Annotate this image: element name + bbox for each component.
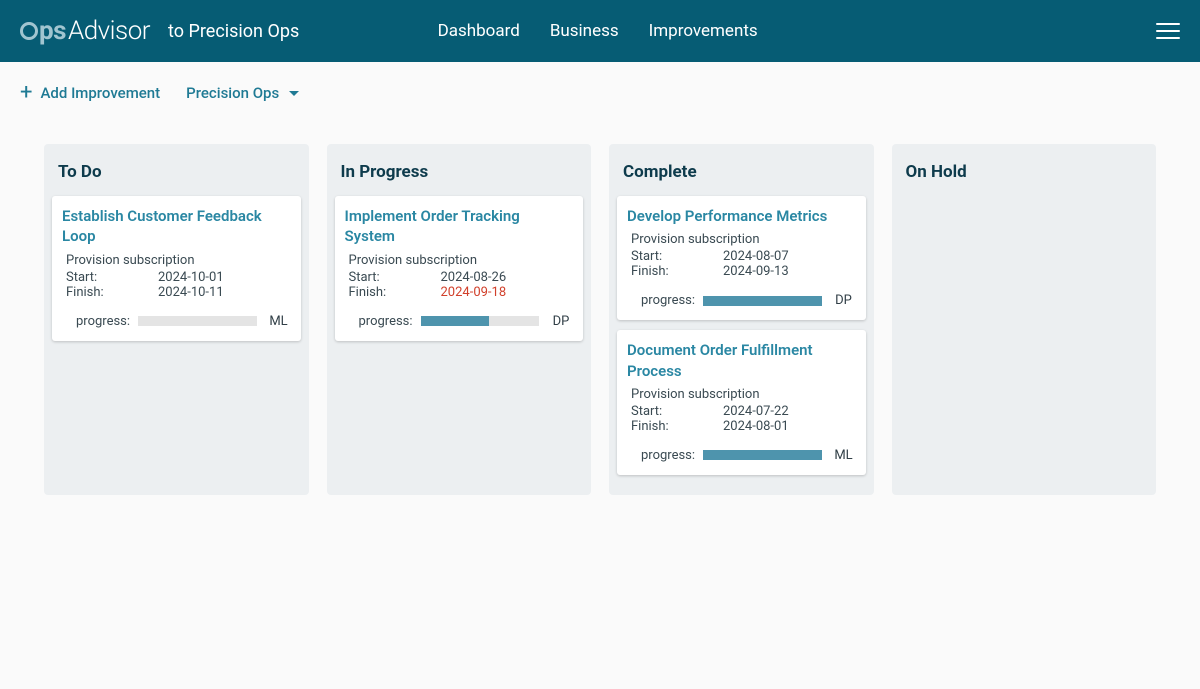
progress-bar (703, 450, 822, 460)
card-subtitle: Provision subscription (627, 387, 856, 402)
nav-improvements[interactable]: Improvements (649, 21, 758, 41)
progress-label: progress: (76, 314, 138, 329)
column-on-hold: On Hold (892, 144, 1157, 495)
start-date: 2024-07-22 (723, 404, 789, 419)
progress-label: progress: (641, 448, 703, 463)
card-title: Implement Order Tracking System (345, 206, 574, 247)
start-date: 2024-08-26 (441, 270, 507, 285)
improvement-card[interactable]: Implement Order Tracking System Provisio… (335, 196, 584, 341)
card-progress: progress: ML (627, 448, 856, 463)
logo-advisor-text: Advisor (68, 16, 150, 46)
plus-icon: + (20, 82, 32, 104)
start-label: Start: (349, 270, 441, 285)
nav-business[interactable]: Business (550, 21, 619, 41)
column-complete: Complete Develop Performance Metrics Pro… (609, 144, 874, 495)
chevron-down-icon (289, 91, 299, 96)
finish-date: 2024-10-11 (158, 285, 224, 300)
card-subtitle: Provision subscription (62, 253, 291, 268)
card-dates: Start:2024-07-22 Finish:2024-08-01 (627, 404, 856, 434)
improvement-card[interactable]: Establish Customer Feedback Loop Provisi… (52, 196, 301, 341)
column-title: On Hold (892, 144, 1157, 196)
progress-fill (703, 450, 822, 460)
card-progress: progress: ML (62, 314, 291, 329)
start-label: Start: (631, 249, 723, 264)
column-in-progress: In Progress Implement Order Tracking Sys… (327, 144, 592, 495)
card-progress: progress: DP (627, 293, 856, 308)
logo[interactable]: ps Advisor (20, 16, 150, 46)
kanban-board: To Do Establish Customer Feedback Loop P… (0, 104, 1200, 535)
progress-bar (138, 316, 257, 326)
add-improvement-button[interactable]: + Add Improvement (20, 82, 160, 104)
start-date: 2024-10-01 (158, 270, 224, 285)
app-header: ps Advisor to Precision Ops Dashboard Bu… (0, 0, 1200, 62)
card-dates: Start:2024-08-26 Finish:2024-09-18 (345, 270, 574, 300)
progress-label: progress: (359, 314, 421, 329)
company-filter-dropdown[interactable]: Precision Ops (186, 84, 299, 102)
column-title: Complete (609, 144, 874, 196)
column-title: To Do (44, 144, 309, 196)
logo-ops-text: ps (39, 16, 66, 46)
finish-date: 2024-09-13 (723, 264, 789, 279)
progress-fill (703, 296, 822, 306)
improvement-card[interactable]: Develop Performance Metrics Provision su… (617, 196, 866, 320)
finish-date: 2024-09-18 (441, 285, 507, 300)
progress-label: progress: (641, 293, 703, 308)
column-title: In Progress (327, 144, 592, 196)
card-title: Develop Performance Metrics (627, 206, 856, 226)
finish-label: Finish: (349, 285, 441, 300)
card-subtitle: Provision subscription (345, 253, 574, 268)
improvement-card[interactable]: Document Order Fulfillment Process Provi… (617, 330, 866, 475)
progress-bar (421, 316, 540, 326)
start-label: Start: (631, 404, 723, 419)
finish-label: Finish: (631, 419, 723, 434)
company-filter-label: Precision Ops (186, 84, 279, 102)
finish-label: Finish: (66, 285, 158, 300)
progress-bar (703, 296, 822, 306)
card-title: Document Order Fulfillment Process (627, 340, 856, 381)
card-subtitle: Provision subscription (627, 232, 856, 247)
card-dates: Start:2024-08-07 Finish:2024-09-13 (627, 249, 856, 279)
assignee-initials: DP (832, 293, 856, 308)
finish-date: 2024-08-01 (723, 419, 789, 434)
assignee-initials: ML (832, 448, 856, 463)
nav-dashboard[interactable]: Dashboard (438, 21, 520, 41)
card-dates: Start:2024-10-01 Finish:2024-10-11 (62, 270, 291, 300)
progress-fill (421, 316, 490, 326)
finish-label: Finish: (631, 264, 723, 279)
start-date: 2024-08-07 (723, 249, 789, 264)
add-improvement-label: Add Improvement (40, 84, 160, 102)
card-progress: progress: DP (345, 314, 574, 329)
column-todo: To Do Establish Customer Feedback Loop P… (44, 144, 309, 495)
assignee-initials: ML (267, 314, 291, 329)
menu-icon[interactable] (1156, 18, 1180, 44)
top-nav: Dashboard Business Improvements (438, 21, 758, 41)
logo-ring-icon (20, 22, 38, 40)
assignee-initials: DP (549, 314, 573, 329)
card-title: Establish Customer Feedback Loop (62, 206, 291, 247)
toolbar: + Add Improvement Precision Ops (0, 62, 1200, 104)
start-label: Start: (66, 270, 158, 285)
company-label: to Precision Ops (168, 21, 299, 42)
